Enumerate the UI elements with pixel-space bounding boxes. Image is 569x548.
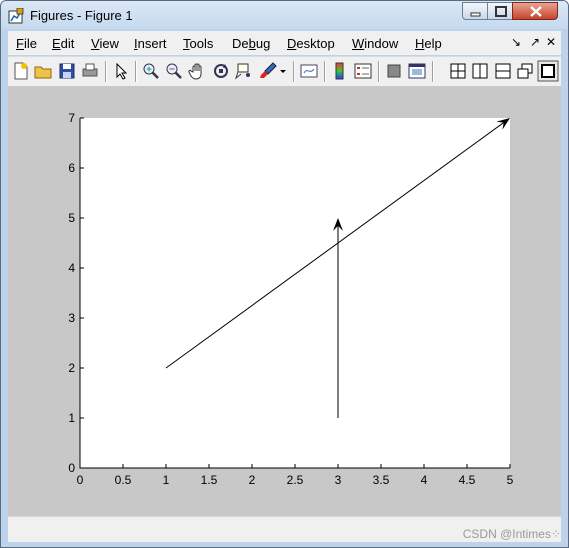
figure-canvas[interactable]: 0 0.5 1 1.5 2 2.5 3 3.5 4 4.5 5 0 1 2 3 4 5 6 7: [8, 86, 561, 516]
x-tick-label: 1: [163, 473, 170, 487]
edit-plot-icon[interactable]: [111, 61, 131, 81]
matlab-figure-icon: [8, 8, 24, 24]
y-tick-label: 7: [68, 111, 75, 125]
y-tick-label: 1: [68, 411, 75, 425]
menu-file[interactable]: File: [16, 36, 37, 51]
y-tick-label: 5: [68, 211, 75, 225]
brush-icon[interactable]: [258, 61, 278, 81]
maximize-icon: [495, 6, 507, 17]
show-plot-tools-icon[interactable]: [407, 61, 427, 81]
figure-toolbar: [8, 56, 561, 87]
minimize-icon: [470, 12, 481, 17]
data-cursor-icon[interactable]: [234, 61, 254, 81]
toolbar-separator: [293, 61, 295, 82]
menu-desktop[interactable]: Desktop: [287, 36, 335, 51]
dock-icon[interactable]: ↘: [511, 35, 521, 49]
colorbar-icon[interactable]: [330, 61, 350, 81]
hide-plot-tools-icon[interactable]: [384, 61, 404, 81]
link-plot-icon[interactable]: [299, 61, 319, 81]
y-tick-label: 0: [68, 461, 75, 475]
left-right-icon[interactable]: [470, 61, 490, 81]
x-tick-label: 3.5: [373, 473, 390, 487]
brush-dropdown-icon[interactable]: [278, 61, 288, 81]
x-tick-label: 3: [335, 473, 342, 487]
menu-bar: File Edit View Insert Tools Debug Deskto…: [8, 31, 561, 55]
maximize-button[interactable]: [487, 2, 513, 20]
title-bar[interactable]: Figures - Figure 1: [1, 1, 568, 29]
menu-debug[interactable]: Debug: [232, 36, 270, 51]
toolbar-separator: [105, 61, 107, 82]
figure-window: Figures - Figure 1 File Edit View Insert…: [0, 0, 569, 548]
toolbar-separator: [432, 61, 434, 82]
window-title: Figures - Figure 1: [30, 8, 133, 23]
x-tick-label: 4.5: [459, 473, 476, 487]
save-icon[interactable]: [57, 61, 77, 81]
menu-window[interactable]: Window: [352, 36, 398, 51]
x-tick-label: 5: [507, 473, 514, 487]
top-bottom-icon[interactable]: [493, 61, 513, 81]
minimize-button[interactable]: [462, 2, 488, 20]
toolbar-separator: [324, 61, 326, 82]
y-tick-label: 4: [68, 261, 75, 275]
watermark: CSDN @Intimes⁘: [462, 527, 561, 541]
y-tick-label: 3: [68, 311, 75, 325]
maximize-figure-icon[interactable]: [537, 60, 559, 82]
pan-icon[interactable]: [188, 61, 208, 81]
x-tick-label: 2.5: [287, 473, 304, 487]
plot-axes[interactable]: 0 0.5 1 1.5 2 2.5 3 3.5 4 4.5 5 0 1 2 3 4 5 6 7: [8, 86, 561, 516]
plot-background: [80, 118, 510, 468]
x-tick-label: 4: [421, 473, 428, 487]
zoom-in-icon[interactable]: [141, 61, 161, 81]
print-icon[interactable]: [80, 61, 100, 81]
legend-icon[interactable]: [353, 61, 373, 81]
close-button[interactable]: [512, 2, 558, 20]
x-tick-label: 0: [77, 473, 84, 487]
x-tick-label: 2: [249, 473, 256, 487]
open-icon[interactable]: [33, 61, 53, 81]
close-icon: [530, 6, 542, 17]
undock-icon[interactable]: ↗: [530, 35, 540, 49]
toolbar-separator: [378, 61, 380, 82]
y-tick-label: 6: [68, 161, 75, 175]
toolbar-separator: [135, 61, 137, 82]
new-figure-icon[interactable]: [11, 61, 31, 81]
menu-edit[interactable]: Edit: [52, 36, 74, 51]
menu-tools[interactable]: Tools: [183, 36, 213, 51]
rotate-3d-icon[interactable]: [211, 61, 231, 81]
menu-help[interactable]: Help: [415, 36, 442, 51]
zoom-out-icon[interactable]: [164, 61, 184, 81]
close-figure-icon[interactable]: ✕: [546, 35, 556, 49]
menu-insert[interactable]: Insert: [134, 36, 167, 51]
x-tick-label: 1.5: [201, 473, 218, 487]
menu-view[interactable]: View: [91, 36, 119, 51]
float-icon[interactable]: [515, 61, 535, 81]
tile-icon[interactable]: [448, 61, 468, 81]
x-tick-label: 0.5: [115, 473, 132, 487]
y-tick-label: 2: [68, 361, 75, 375]
